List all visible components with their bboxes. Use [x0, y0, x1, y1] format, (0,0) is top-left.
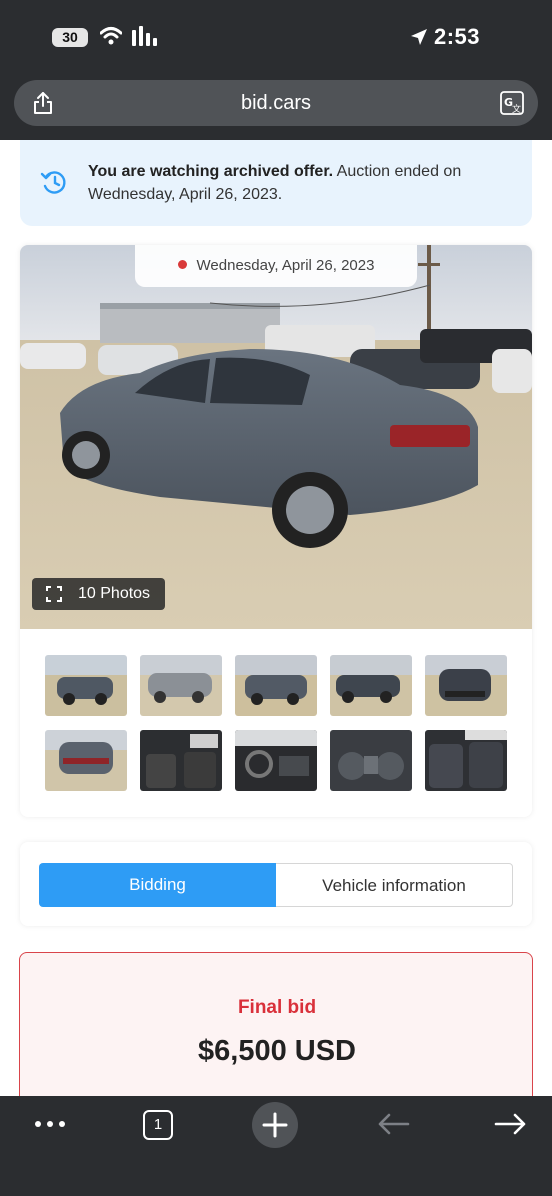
more-icon[interactable]	[34, 1120, 66, 1128]
wifi-icon	[100, 27, 122, 45]
history-icon	[40, 171, 66, 194]
tabs-count-button[interactable]: 1	[143, 1110, 173, 1140]
view-photos-button[interactable]: 10 Photos	[32, 578, 165, 610]
banner-bold-text: You are watching archived offer.	[88, 163, 334, 180]
final-bid-card: Final bid $6,500 USD	[19, 952, 533, 1096]
clock: 2:53	[434, 24, 481, 49]
status-bar: 30 2:53	[0, 0, 552, 78]
battery-indicator: 30	[52, 28, 88, 47]
thumbnail[interactable]	[235, 655, 317, 716]
final-bid-amount: $6,500 USD	[198, 1035, 356, 1067]
thumbnail[interactable]	[425, 730, 507, 791]
final-bid-label: Final bid	[237, 997, 317, 1018]
plus-icon	[262, 1112, 288, 1138]
url-text[interactable]: bid.cars	[14, 92, 538, 115]
web-page: You are watching archived offer. Auction…	[0, 140, 552, 1096]
thumbnail[interactable]	[140, 730, 222, 791]
thumbnail[interactable]	[330, 655, 412, 716]
banner-text: You are watching archived offer. Auction…	[88, 160, 508, 206]
status-dot-icon	[177, 260, 187, 269]
thumbnail[interactable]	[140, 655, 222, 716]
translate-icon[interactable]: G 文	[500, 91, 524, 115]
photo-gallery: Wednesday, April 26, 2023 10 Photos	[20, 245, 532, 817]
thumbnail[interactable]	[45, 655, 127, 716]
address-bar[interactable]: bid.cars G 文	[14, 80, 538, 126]
signal-icon	[132, 26, 157, 46]
thumbnail[interactable]	[425, 655, 507, 716]
tab-bidding[interactable]: Bidding	[39, 863, 276, 907]
thumbnail[interactable]	[235, 730, 317, 791]
thumbnail[interactable]	[45, 730, 127, 791]
new-tab-button[interactable]	[252, 1102, 298, 1148]
main-car-photo[interactable]: Wednesday, April 26, 2023 10 Photos	[20, 245, 532, 629]
location-arrow-icon	[411, 29, 427, 45]
car-photo-image	[20, 245, 532, 629]
section-tabs: Bidding Vehicle information	[20, 842, 532, 926]
auction-date-pill: Wednesday, April 26, 2023	[135, 245, 417, 287]
browser-toolbar: 1	[0, 1096, 552, 1196]
tab-vehicle-information[interactable]: Vehicle information	[276, 863, 513, 907]
archived-offer-banner: You are watching archived offer. Auction…	[20, 140, 532, 226]
back-arrow-icon[interactable]	[376, 1112, 410, 1136]
forward-arrow-icon[interactable]	[494, 1112, 528, 1136]
auction-date: Wednesday, April 26, 2023	[196, 257, 375, 274]
svg-text:文: 文	[512, 103, 521, 115]
photos-count-label: 10 Photos	[78, 585, 151, 602]
fullscreen-icon	[46, 586, 62, 602]
thumbnail[interactable]	[330, 730, 412, 791]
